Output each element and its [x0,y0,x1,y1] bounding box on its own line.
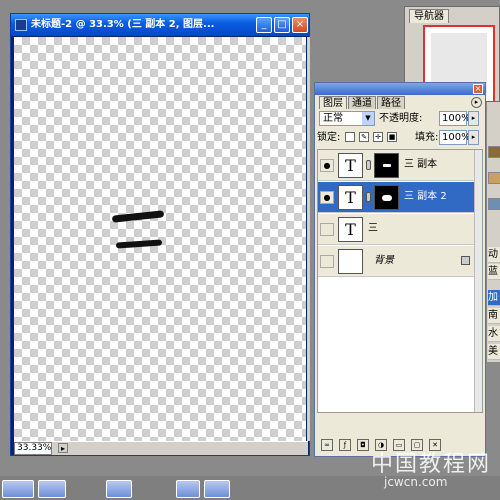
swatch[interactable] [488,172,500,184]
swatch[interactable] [488,146,500,158]
tab-paths[interactable]: 路径 [377,96,405,109]
action-item[interactable]: 美 [488,344,500,360]
vertical-scrollbar[interactable] [307,37,310,441]
chevron-down-icon: ▼ [362,112,374,125]
layer-list: ● T 三 副本 ● T 三 副本 2 T 三 背景 [317,149,483,413]
watermark-url: jcwcn.com [384,475,448,489]
action-item[interactable]: 水 [488,326,500,342]
minimize-button[interactable]: _ [256,17,272,33]
document-status-bar: 33.33% ▸ [14,441,308,455]
layer-mask-thumbnail[interactable] [374,185,399,210]
tab-layers[interactable]: 图层 [319,96,347,109]
actions-panel-partial: 动 蓝 加 南 水 美 [486,102,500,362]
add-mask-icon[interactable]: ◘ [357,439,369,451]
lock-fill-row: 锁定: ✎ ✛ ■ 填充: 100% ▸ [317,130,483,146]
fill-field[interactable]: 100% [439,130,471,145]
lock-all-icon[interactable]: ■ [387,132,397,142]
link-layers-icon[interactable]: ∞ [321,439,333,451]
layer-style-icon[interactable]: ƒ [339,439,351,451]
layer-name: 三 副本 2 [404,191,447,202]
layer-name: 三 副本 [404,159,438,170]
layer-name: 背景 [374,255,394,266]
zoom-field[interactable]: 33.33% [14,442,52,455]
opacity-field[interactable]: 100% [439,111,471,126]
eye-icon[interactable]: ● [320,159,334,172]
document-window[interactable]: 未标题-2 @ 33.3% (三 副本 2, 图层... _ □ × 33.33… [10,13,310,456]
lock-icon [461,256,470,265]
tab-navigator[interactable]: 导航器 [409,9,449,23]
tab-channels[interactable]: 通道 [348,96,376,109]
blend-mode-select[interactable]: 正常 ▼ [319,111,375,126]
close-button[interactable]: × [292,17,308,33]
action-item[interactable]: 南 [488,308,500,324]
blend-mode-value: 正常 [323,113,343,124]
taskbar-button[interactable] [176,480,200,498]
layers-panel-tabs: 图层 通道 路径 [319,96,406,110]
taskbar-button[interactable] [38,480,66,498]
brush-stroke-top [111,210,165,223]
text-layer-icon: T [338,217,363,242]
swatch[interactable] [488,198,500,210]
brush-stroke-bottom [115,239,163,249]
action-item[interactable]: 蓝 [488,264,500,280]
layer-row-background[interactable]: 背景 [318,246,476,277]
action-item[interactable]: 加 [488,290,500,306]
opacity-slider-arrow-icon[interactable]: ▸ [468,111,479,126]
text-layer-icon: T [338,153,363,178]
layer-mask-thumbnail[interactable] [374,153,399,178]
taskbar-button[interactable] [2,480,34,498]
panel-menu-icon[interactable]: ▸ [471,97,482,108]
layers-panel: × 图层 通道 路径 ▸ 正常 ▼ 不透明度: 100% ▸ 锁定: ✎ ✛ ■ 填… [314,82,486,457]
layer-list-scrollbar[interactable] [474,150,482,412]
watermark: 中国教程网 [371,452,492,477]
layer-row-san-copy-2[interactable]: ● T 三 副本 2 [318,182,476,213]
action-item[interactable]: 动 [488,247,500,263]
layer-row-san-copy[interactable]: ● T 三 副本 [318,150,476,181]
blend-opacity-row: 正常 ▼ 不透明度: 100% ▸ [317,111,483,127]
lock-move-icon[interactable]: ✛ [373,132,383,142]
status-menu-arrow-icon[interactable]: ▸ [58,443,68,453]
maximize-button[interactable]: □ [274,17,290,33]
layer-name: 三 [368,223,378,234]
photoshop-doc-icon [15,19,27,31]
close-icon[interactable]: × [473,84,483,94]
fill-slider-arrow-icon[interactable]: ▸ [468,130,479,145]
layer-row-san[interactable]: T 三 [318,214,476,245]
canvas[interactable] [14,37,306,441]
link-chain-icon[interactable] [366,160,371,170]
visibility-toggle[interactable] [320,255,334,268]
taskbar-button[interactable] [204,480,230,498]
text-layer-icon: T [338,185,363,210]
lock-paint-icon[interactable]: ✎ [359,132,369,142]
document-title: 未标题-2 @ 33.3% (三 副本 2, 图层... [31,19,215,30]
lock-label: 锁定: [317,132,341,143]
taskbar-button[interactable] [106,480,132,498]
fill-label: 填充: [415,132,439,143]
visibility-toggle[interactable] [320,223,334,236]
opacity-label: 不透明度: [379,113,423,124]
eye-icon[interactable]: ● [320,191,334,204]
lock-transparent-icon[interactable] [345,132,355,142]
layers-panel-titlebar[interactable]: × [315,83,485,95]
background-thumbnail [338,249,363,274]
link-chain-icon[interactable] [366,192,371,202]
